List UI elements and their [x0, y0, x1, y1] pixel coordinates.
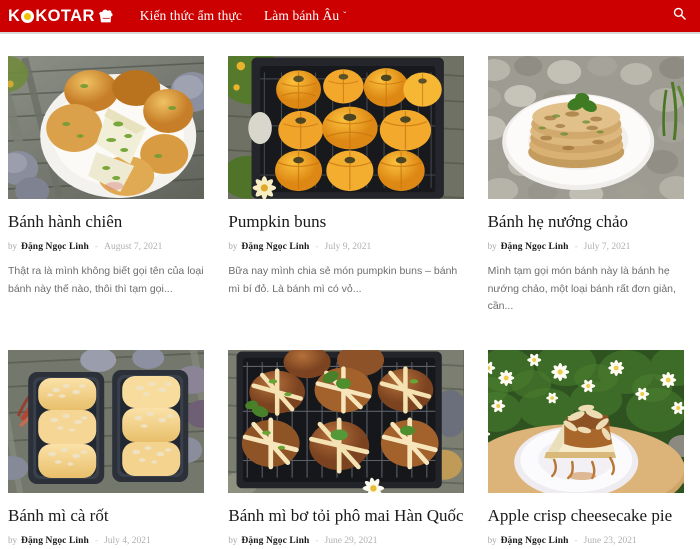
- post-card: Bánh hành chiên by Đặng Ngọc Linh - Augu…: [0, 32, 220, 326]
- post-meta: by Đặng Ngọc Linh - July 4, 2021: [8, 535, 204, 546]
- post-date: August 7, 2021: [104, 242, 163, 253]
- byline-label: by: [8, 241, 17, 252]
- post-excerpt: Mình tạm gọi món bánh này là bánh hẹ nướ…: [487, 265, 676, 313]
- post-thumbnail[interactable]: [8, 56, 205, 199]
- post-meta: by Đặng Ngọc Linh - June 29, 2021: [228, 535, 463, 546]
- post-author[interactable]: Đặng Ngọc Linh: [241, 242, 309, 252]
- logo-text-before: K: [8, 6, 21, 25]
- meta-separator: -: [574, 536, 578, 547]
- post-thumbnail[interactable]: [228, 349, 464, 493]
- post-card: Apple crisp cheesecake pie by Đặng Ngọc …: [480, 326, 700, 549]
- byline-label: by: [487, 535, 497, 546]
- post-meta: by Đặng Ngọc Linh - July 9, 2021: [228, 241, 463, 252]
- nav-item-kien-thuc-am-thuc[interactable]: Kiến thức ẩm thực: [140, 8, 242, 24]
- post-title[interactable]: Bánh hẹ nướng chảo: [488, 212, 684, 232]
- post-excerpt: Thật ra là mình không biết gọi tên của l…: [8, 265, 204, 295]
- post-date: July 9, 2021: [324, 242, 372, 253]
- chef-hat-icon: [98, 9, 114, 24]
- post-author[interactable]: Đặng Ngọc Linh: [21, 242, 89, 252]
- post-author[interactable]: Đặng Ngọc Linh: [241, 536, 309, 546]
- post-excerpt: Bữa nay mình chia sẻ món pumpkin buns – …: [228, 265, 458, 295]
- search-button[interactable]: [668, 5, 690, 27]
- post-date: July 7, 2021: [583, 242, 631, 253]
- meta-separator: -: [94, 536, 99, 547]
- site-logo[interactable]: K KOTAR: [8, 8, 114, 25]
- byline-label: by: [487, 241, 497, 252]
- post-title[interactable]: Bánh mì cà rốt: [8, 506, 204, 526]
- post-date: July 4, 2021: [104, 536, 151, 547]
- post-author[interactable]: Đặng Ngọc Linh: [21, 536, 89, 546]
- post-meta: by Đặng Ngọc Linh - June 23, 2021: [488, 535, 684, 546]
- post-thumbnail[interactable]: [8, 349, 205, 493]
- post-author[interactable]: Đặng Ngọc Linh: [501, 242, 569, 252]
- meta-separator: -: [574, 242, 578, 253]
- byline-label: by: [228, 535, 238, 546]
- post-grid: Bánh hành chiên by Đặng Ngọc Linh - Augu…: [0, 32, 700, 549]
- post-thumbnail[interactable]: [228, 56, 464, 199]
- site-header: K KOTAR Kiến thức ẩm thực Làm bánh Âu ˇ: [0, 0, 700, 34]
- nav-item-label: Làm bánh Âu: [263, 8, 340, 23]
- search-icon: [673, 7, 686, 25]
- post-date: June 23, 2021: [583, 536, 637, 547]
- meta-separator: -: [94, 242, 99, 253]
- post-card: Bánh mì bơ tỏi phô mai Hàn Quốc by Đặng …: [220, 326, 479, 549]
- meta-separator: -: [315, 242, 319, 253]
- post-thumbnail[interactable]: [487, 56, 684, 199]
- post-card: Pumpkin buns by Đặng Ngọc Linh - July 9,…: [220, 32, 479, 326]
- byline-label: by: [8, 535, 17, 546]
- post-author[interactable]: Đặng Ngọc Linh: [501, 536, 569, 546]
- logo-text-after: KOTAR: [35, 6, 95, 25]
- post-title[interactable]: Bánh hành chiên: [8, 212, 204, 232]
- post-meta: by Đặng Ngọc Linh - July 7, 2021: [488, 241, 684, 252]
- post-card: Bánh mì cà rốt by Đặng Ngọc Linh - July …: [0, 326, 220, 549]
- nav-item-lam-banh-au[interactable]: Làm bánh Âu ˇ: [264, 8, 346, 24]
- post-title[interactable]: Pumpkin buns: [228, 212, 463, 232]
- chevron-down-icon: ˇ: [343, 9, 347, 20]
- post-thumbnail[interactable]: [487, 349, 684, 493]
- byline-label: by: [228, 241, 238, 252]
- primary-nav: Kiến thức ẩm thực Làm bánh Âu ˇ: [140, 8, 347, 24]
- post-title[interactable]: Bánh mì bơ tỏi phô mai Hàn Quốc: [228, 506, 463, 526]
- nav-item-label: Kiến thức ẩm thực: [139, 8, 242, 23]
- post-meta: by Đặng Ngọc Linh - August 7, 2021: [8, 241, 204, 252]
- fried-egg-icon: [21, 9, 35, 23]
- post-title[interactable]: Apple crisp cheesecake pie: [488, 506, 684, 526]
- post-date: June 29, 2021: [324, 536, 378, 547]
- meta-separator: -: [315, 536, 319, 547]
- post-card: Bánh hẹ nướng chảo by Đặng Ngọc Linh - J…: [480, 32, 700, 326]
